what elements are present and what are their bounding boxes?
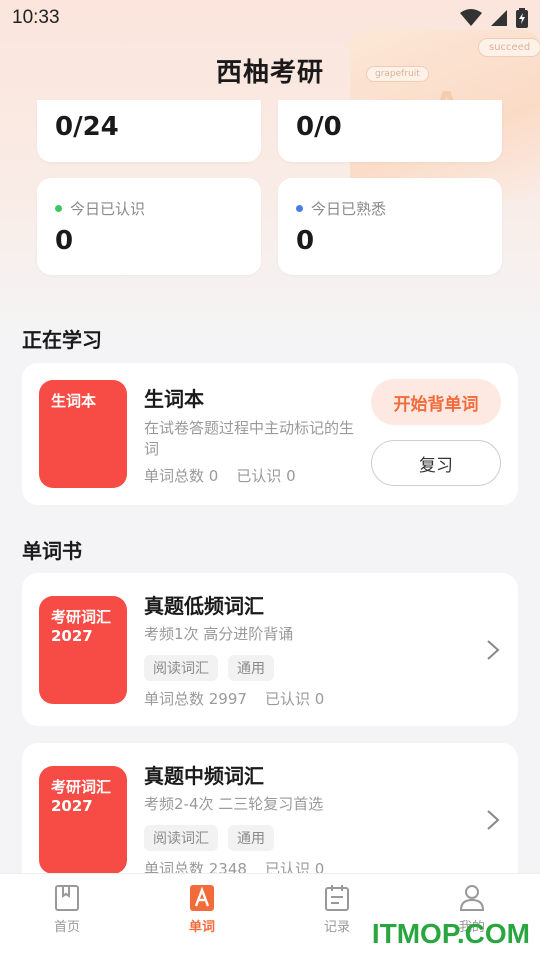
site-watermark: ITMOP.COM bbox=[371, 918, 530, 949]
stat-label-text: 今日已认识 bbox=[70, 200, 146, 218]
wifi-icon bbox=[460, 9, 482, 26]
learning-card[interactable]: 生词本 生词本 在试卷答题过程中主动标记的生词 单词总数 0 已认识 0 开始背… bbox=[22, 363, 518, 505]
tab-home[interactable]: 首页 bbox=[27, 884, 107, 935]
section-title-wordbooks: 单词书 bbox=[22, 539, 82, 563]
tag-chip: 阅读词汇 bbox=[144, 655, 218, 681]
stat-card-familiar-today[interactable]: 今日已熟悉 0 bbox=[278, 178, 502, 275]
tab-words[interactable]: 单词 bbox=[162, 884, 242, 935]
letter-a-icon bbox=[190, 885, 214, 911]
tag-chip: 阅读词汇 bbox=[144, 825, 218, 851]
tab-label: 记录 bbox=[323, 920, 350, 935]
tag-chip: 通用 bbox=[228, 825, 274, 851]
book-icon bbox=[55, 885, 79, 911]
stat-value: 0 bbox=[55, 226, 74, 256]
signal-icon bbox=[491, 10, 507, 26]
review-button[interactable]: 复习 bbox=[371, 440, 501, 486]
page-title: 西柚考研 bbox=[215, 58, 324, 88]
start-memorize-button[interactable]: 开始背单词 bbox=[371, 379, 501, 425]
tag-list: 阅读词汇 通用 bbox=[144, 825, 274, 851]
tab-records[interactable]: 记录 bbox=[297, 884, 377, 935]
stat-label: 今日已认识 bbox=[55, 198, 145, 219]
stat-card-progress-right[interactable]: 0/0 bbox=[278, 100, 502, 162]
green-dot-icon bbox=[55, 205, 62, 212]
tab-label: 首页 bbox=[53, 920, 80, 935]
status-icons bbox=[460, 8, 528, 28]
book-title: 生词本 bbox=[144, 387, 204, 411]
book-cover: 生词本 bbox=[39, 380, 127, 488]
stat-card-known-today[interactable]: 今日已认识 0 bbox=[37, 178, 261, 275]
total-words: 单词总数 2997 bbox=[144, 690, 247, 708]
book-meta: 单词总数 0 已认识 0 bbox=[144, 465, 296, 486]
tag-chip: 通用 bbox=[228, 655, 274, 681]
stat-value: 0 bbox=[296, 226, 315, 256]
book-title: 真题中频词汇 bbox=[144, 764, 264, 788]
chevron-right-icon bbox=[487, 810, 500, 830]
known-words: 已认识 0 bbox=[236, 467, 296, 485]
stat-label: 今日已熟悉 bbox=[296, 198, 386, 219]
known-words: 已认识 0 bbox=[264, 690, 325, 708]
total-words: 单词总数 0 bbox=[144, 467, 219, 485]
tab-label: 单词 bbox=[188, 920, 215, 935]
calendar-icon bbox=[325, 885, 349, 911]
stat-value: 0/0 bbox=[296, 112, 342, 142]
user-icon bbox=[459, 885, 485, 911]
tag-list: 阅读词汇 通用 bbox=[144, 655, 274, 681]
book-cover: 考研词汇2027 bbox=[39, 596, 127, 704]
book-description: 在试卷答题过程中主动标记的生词 bbox=[144, 419, 355, 458]
stat-value: 0/24 bbox=[55, 112, 119, 142]
book-cover: 考研词汇2027 bbox=[39, 766, 127, 874]
book-description: 考频1次 高分进阶背诵 bbox=[144, 625, 294, 643]
blue-dot-icon bbox=[296, 205, 303, 212]
status-time: 10:33 bbox=[12, 7, 60, 28]
book-title: 真题低频词汇 bbox=[144, 594, 264, 618]
chevron-right-icon bbox=[487, 640, 500, 660]
battery-icon bbox=[516, 8, 528, 28]
stat-card-progress-left[interactable]: 0/24 bbox=[37, 100, 261, 162]
status-bar: 10:33 bbox=[0, 0, 540, 36]
section-title-learning: 正在学习 bbox=[22, 328, 102, 352]
wordbook-card[interactable]: 考研词汇2027 真题低频词汇 考频1次 高分进阶背诵 阅读词汇 通用 单词总数… bbox=[22, 573, 518, 726]
book-meta: 单词总数 2997 已认识 0 bbox=[144, 688, 324, 709]
stat-label-text: 今日已熟悉 bbox=[311, 200, 387, 218]
book-description: 考频2-4次 二三轮复习首选 bbox=[144, 795, 324, 813]
